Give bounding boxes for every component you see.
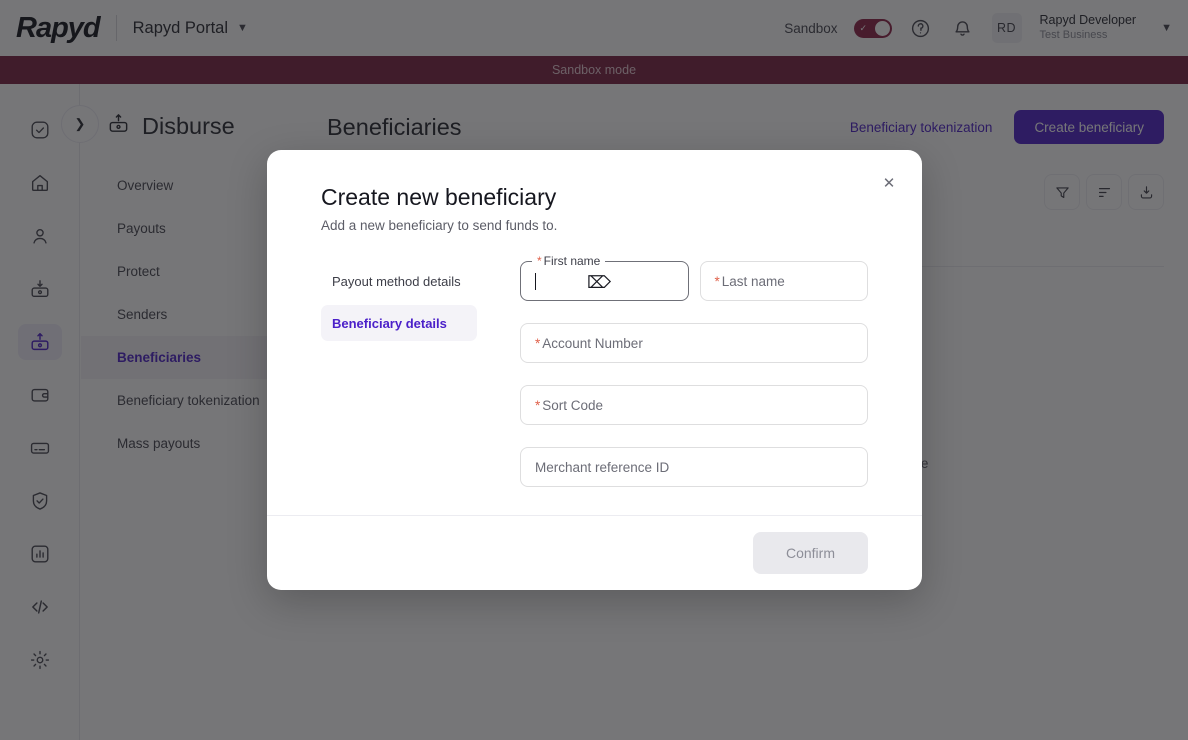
close-icon[interactable]: ✕	[878, 172, 900, 194]
sort-code-placeholder: *Sort Code	[535, 398, 603, 413]
modal-title: Create new beneficiary	[321, 184, 868, 211]
last-name-field[interactable]: *Last name	[700, 261, 869, 301]
account-number-placeholder: *Account Number	[535, 336, 643, 351]
sort-code-field[interactable]: *Sort Code	[520, 385, 868, 425]
modal-header: Create new beneficiary Add a new benefic…	[267, 150, 922, 233]
ibeam-cursor-icon: ⌦	[587, 273, 611, 293]
form-row-sort-code: *Sort Code	[520, 385, 868, 425]
first-name-label: *First name	[532, 254, 605, 268]
form-row-account-number: *Account Number	[520, 323, 868, 363]
confirm-button[interactable]: Confirm	[753, 532, 868, 574]
form-row-merchant-reference: Merchant reference ID	[520, 447, 868, 487]
text-caret	[535, 273, 536, 290]
account-number-field[interactable]: *Account Number	[520, 323, 868, 363]
merchant-reference-id-placeholder: Merchant reference ID	[535, 460, 669, 475]
last-name-placeholder: *Last name	[715, 274, 785, 289]
app-root: Rapyd Rapyd Portal ▼ Sandbox ✓	[0, 0, 1188, 740]
tab-beneficiary-details[interactable]: Beneficiary details	[321, 305, 477, 341]
beneficiary-form: *First name ⌦ *Last name *Account Number	[477, 261, 868, 515]
modal-tab-list: Payout method details Beneficiary detail…	[321, 261, 477, 515]
tab-payout-method-details[interactable]: Payout method details	[321, 263, 477, 299]
merchant-reference-id-field[interactable]: Merchant reference ID	[520, 447, 868, 487]
modal-body: Payout method details Beneficiary detail…	[267, 233, 922, 515]
create-beneficiary-modal: ✕ Create new beneficiary Add a new benef…	[267, 150, 922, 590]
modal-footer: Confirm	[267, 515, 922, 590]
form-row-name: *First name ⌦ *Last name	[520, 261, 868, 301]
first-name-field[interactable]: *First name ⌦	[520, 261, 689, 301]
modal-subtitle: Add a new beneficiary to send funds to.	[321, 218, 868, 233]
